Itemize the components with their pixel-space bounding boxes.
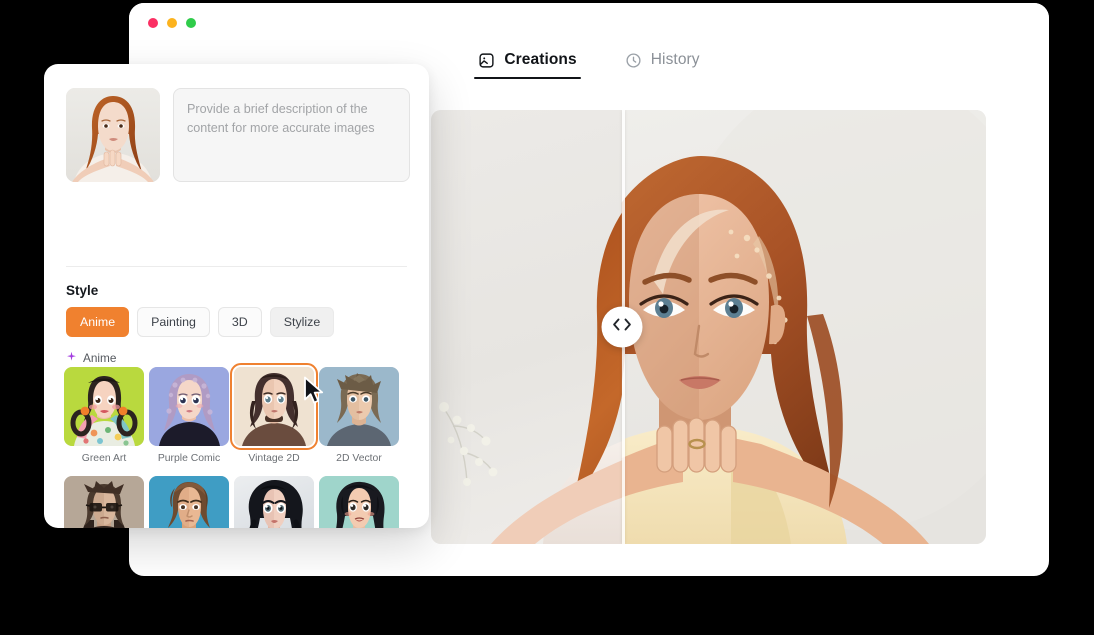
style-card-vintage-2d[interactable]: Vintage 2D [230, 363, 318, 464]
prompt-placeholder-text: Provide a brief description of the conte… [187, 102, 375, 135]
style-thumbnail [149, 476, 229, 528]
panel-section-divider [66, 266, 407, 267]
style-card-comic-fantasy[interactable]: Comic Fantasy [234, 476, 314, 528]
style-card-2d-vector[interactable]: 2D Vector [319, 367, 399, 464]
comparison-canvas[interactable] [431, 110, 986, 544]
prompt-input[interactable]: Provide a brief description of the conte… [173, 88, 410, 182]
style-thumbnail [64, 367, 144, 446]
style-card-ghibli[interactable]: Ghibli [319, 476, 399, 528]
style-card-green-art[interactable]: Green Art [64, 367, 144, 464]
style-group-header: Anime [66, 349, 116, 367]
window-titlebar [129, 3, 1049, 43]
screen-background: Creations History Provide a brief descri… [0, 0, 1094, 635]
style-card-label: Vintage 2D [248, 453, 300, 464]
style-category-tabs: Anime Painting 3D Stylize [66, 307, 335, 337]
style-card-label: Purple Comic [157, 453, 221, 464]
panel-input-row: Provide a brief description of the conte… [66, 88, 410, 182]
chevron-right-icon [622, 318, 632, 337]
tab-creations-label: Creations [504, 51, 577, 68]
style-card-retro-anime[interactable]: Retro Anime [149, 476, 229, 528]
tab-history[interactable]: History [621, 51, 704, 79]
style-section-title: Style [66, 283, 99, 298]
style-tab-painting-label: Painting [151, 315, 196, 329]
style-thumbnail [230, 363, 318, 450]
comparison-slider-handle[interactable] [601, 306, 643, 348]
style-thumbnail [64, 476, 144, 528]
style-thumbnail [319, 476, 399, 528]
style-tab-anime[interactable]: Anime [66, 307, 130, 337]
tab-history-label: History [650, 51, 700, 68]
clock-icon [625, 52, 642, 69]
style-thumbnail [149, 367, 229, 446]
minimize-button[interactable] [167, 18, 177, 28]
chevron-left-icon [611, 318, 621, 337]
style-tab-3d-label: 3D [231, 315, 248, 329]
maximize-button[interactable] [186, 18, 196, 28]
style-tab-painting[interactable]: Painting [137, 307, 210, 337]
image-icon [478, 52, 495, 69]
style-tab-stylize-label: Stylize [283, 315, 321, 329]
source-image-thumbnail[interactable] [66, 88, 160, 182]
style-thumbnail [319, 367, 399, 446]
style-tab-anime-label: Anime [80, 315, 116, 329]
style-group-label: Anime [83, 351, 117, 365]
style-card-vector[interactable]: Vector [64, 476, 144, 528]
window-controls [148, 18, 196, 28]
style-tab-3d[interactable]: 3D [217, 307, 262, 337]
style-thumbnail [234, 476, 314, 528]
close-button[interactable] [148, 18, 158, 28]
style-settings-panel: Provide a brief description of the conte… [44, 64, 429, 528]
tab-creations[interactable]: Creations [474, 51, 582, 79]
style-card-label: Green Art [81, 453, 127, 464]
style-tab-stylize[interactable]: Stylize [269, 307, 335, 337]
style-card-label: 2D Vector [336, 453, 382, 464]
style-thumbnail-grid: Green Art Purple Comic Vintage 2D 2D Vec… [64, 363, 414, 528]
style-card-purple-comic[interactable]: Purple Comic [149, 367, 229, 464]
sparkle-icon [66, 349, 77, 367]
